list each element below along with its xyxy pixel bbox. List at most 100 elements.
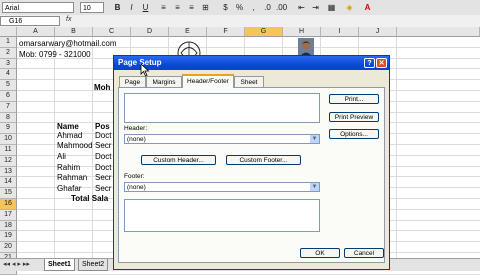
row-header[interactable]: 16 <box>0 199 17 210</box>
header-footer-panel: Print... Print Preview Options... Header… <box>118 87 385 263</box>
name-cell[interactable]: Ahmad <box>57 131 82 141</box>
row-header[interactable]: 18 <box>0 220 17 232</box>
column-header[interactable]: J <box>359 27 397 37</box>
increase-indent-icon[interactable]: ⇥ <box>310 2 321 13</box>
position-cell[interactable]: Doct <box>95 152 111 162</box>
italic-button[interactable]: I <box>126 2 137 13</box>
column-header[interactable]: E <box>169 27 207 37</box>
sheet-tab[interactable]: Sheet2 <box>78 259 109 271</box>
merge-center-icon[interactable]: ⊞ <box>200 2 211 13</box>
column-header[interactable]: C <box>93 27 131 37</box>
underline-button[interactable]: U <box>140 2 151 13</box>
email-cell[interactable]: omarsarwary@hotmail.com <box>19 39 116 49</box>
row-header[interactable]: 13 <box>0 166 17 178</box>
row-header[interactable]: 6 <box>0 91 17 102</box>
position-cell[interactable]: Secr <box>95 141 111 151</box>
name-cell[interactable]: Ghafar <box>57 184 81 194</box>
row-header[interactable]: 7 <box>0 101 17 113</box>
column-header[interactable]: B <box>55 27 93 37</box>
column-header[interactable]: A <box>17 27 55 37</box>
column-header[interactable]: I <box>321 27 359 37</box>
cancel-button[interactable]: Cancel <box>344 248 384 258</box>
position-cell[interactable]: Secr <box>95 184 111 194</box>
tab-scroll-arrows-icon[interactable]: ◂◂ ◂ ▸ ▸▸ <box>3 259 30 270</box>
name-cell[interactable]: Ali <box>57 152 66 162</box>
page-setup-dialog: Page Setup ? ✕ Page Margins Header/Foote… <box>113 55 390 270</box>
tab-header-footer[interactable]: Header/Footer <box>182 74 234 88</box>
position-cell[interactable]: Secr <box>95 173 111 183</box>
column-gridline <box>396 37 397 258</box>
header-select[interactable]: (none) ▼ <box>124 134 320 144</box>
name-cell[interactable]: Rahman <box>57 173 87 183</box>
print-preview-button[interactable]: Print Preview <box>329 112 379 122</box>
header-select-value: (none) <box>127 136 146 143</box>
help-button[interactable]: ? <box>364 58 375 68</box>
chevron-down-icon[interactable]: ▼ <box>310 135 319 143</box>
tab-margins[interactable]: Margins <box>146 76 182 87</box>
custom-header-button[interactable]: Custom Header... <box>141 155 216 165</box>
custom-footer-button[interactable]: Custom Footer... <box>226 155 301 165</box>
row-header[interactable]: 19 <box>0 231 17 243</box>
column-header[interactable]: D <box>131 27 169 37</box>
position-cell[interactable]: Doct <box>95 163 111 173</box>
mouse-cursor-icon <box>140 63 150 77</box>
column-header-empty <box>397 27 480 37</box>
column-header-selected[interactable]: G <box>245 27 283 37</box>
footer-label: Footer: <box>124 173 145 180</box>
currency-button[interactable]: $ <box>220 2 231 13</box>
font-name-value: Arial <box>5 5 20 12</box>
heading-cell[interactable]: Moh <box>94 83 110 93</box>
row-header[interactable]: 10 <box>0 134 17 145</box>
fx-label[interactable]: fx <box>66 16 71 23</box>
chevron-down-icon[interactable]: ▼ <box>310 183 319 191</box>
borders-icon[interactable]: ▦ <box>326 2 337 13</box>
select-all-corner[interactable] <box>0 27 17 37</box>
column-header[interactable]: F <box>207 27 245 37</box>
cell-reference: G16 <box>9 18 23 25</box>
mobile-cell[interactable]: Mob: 0799 - 321000 <box>19 50 91 60</box>
print-button[interactable]: Print... <box>329 94 379 104</box>
formatting-toolbar: Arial 10 B I U ≡ ≡ ≡ ⊞ $ % , .0 .00 ⇤ ⇥ … <box>0 0 480 16</box>
name-cell[interactable]: Mahmood <box>57 141 93 151</box>
close-button[interactable]: ✕ <box>376 58 387 68</box>
decrease-indent-icon[interactable]: ⇤ <box>296 2 307 13</box>
align-right-icon[interactable]: ≡ <box>186 2 197 13</box>
footer-preview <box>124 199 320 232</box>
sheet-tab-active[interactable]: Sheet1 <box>44 259 75 271</box>
row-header[interactable]: 4 <box>0 69 17 81</box>
row-header[interactable]: 8 <box>0 112 17 124</box>
row-header[interactable]: 17 <box>0 209 17 221</box>
row-header[interactable]: 14 <box>0 177 17 189</box>
column-header[interactable]: H <box>283 27 321 37</box>
footer-select[interactable]: (none) ▼ <box>124 182 320 192</box>
font-name-select[interactable]: Arial <box>2 2 74 13</box>
align-left-icon[interactable]: ≡ <box>158 2 169 13</box>
row-header[interactable]: 2 <box>0 47 17 59</box>
row-header[interactable]: 5 <box>0 80 17 91</box>
font-size-select[interactable]: 10 <box>80 2 104 13</box>
position-cell[interactable]: Doct <box>95 131 111 141</box>
name-box[interactable]: G16 <box>0 16 60 26</box>
total-salary-cell[interactable]: Total Sala <box>71 194 108 204</box>
tab-sheet[interactable]: Sheet <box>234 76 264 87</box>
increase-decimal-icon[interactable]: .0 <box>262 2 273 13</box>
name-cell[interactable]: Rahim <box>57 163 80 173</box>
row-header[interactable]: 3 <box>0 58 17 70</box>
row-header[interactable]: 12 <box>0 155 17 167</box>
percent-button[interactable]: % <box>234 2 245 13</box>
bold-button[interactable]: B <box>112 2 123 13</box>
row-header[interactable]: 15 <box>0 188 17 199</box>
row-header[interactable]: 11 <box>0 145 17 156</box>
row-header[interactable]: 9 <box>0 123 17 135</box>
decrease-decimal-icon[interactable]: .00 <box>276 2 287 13</box>
row-header[interactable]: 1 <box>0 37 17 48</box>
dialog-title-bar[interactable]: Page Setup ? ✕ <box>114 56 389 70</box>
row-header[interactable]: 20 <box>0 242 17 253</box>
comma-button[interactable]: , <box>248 2 259 13</box>
tab-page[interactable]: Page <box>119 76 146 87</box>
ok-button[interactable]: OK <box>300 248 340 258</box>
font-color-button[interactable]: A <box>362 2 373 13</box>
align-center-icon[interactable]: ≡ <box>172 2 183 13</box>
fill-color-icon[interactable]: ◈ <box>344 2 355 13</box>
options-button[interactable]: Options... <box>329 129 379 139</box>
